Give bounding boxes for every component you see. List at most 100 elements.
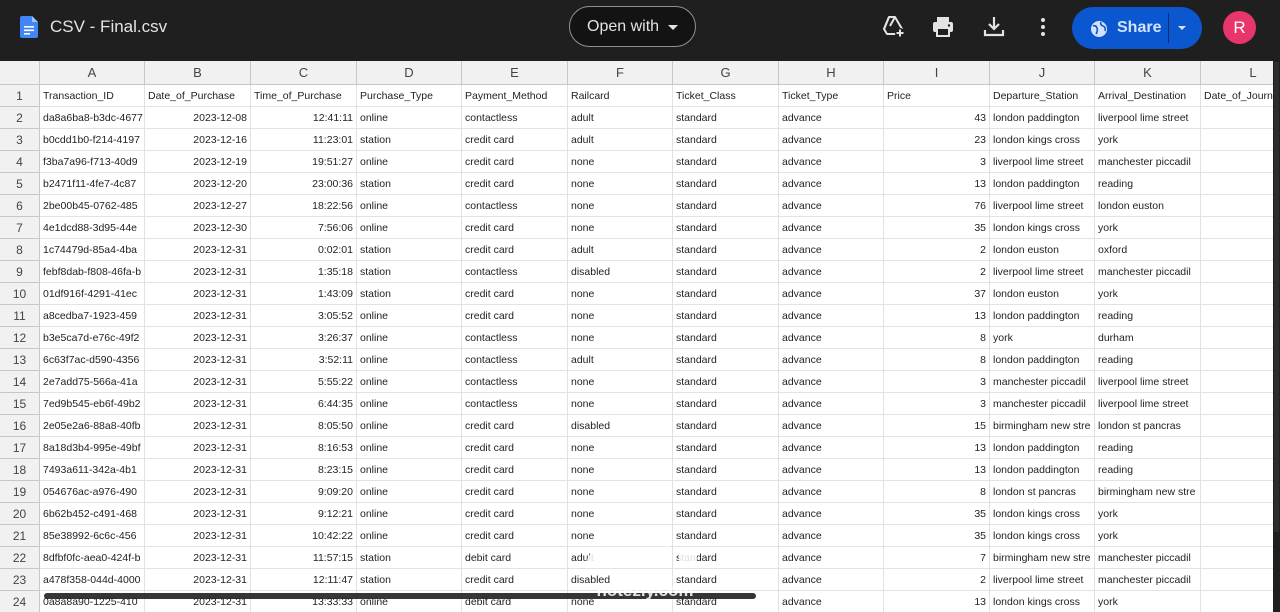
table-cell[interactable]: advance xyxy=(779,349,884,371)
more-vert-icon[interactable] xyxy=(1030,14,1056,40)
table-cell[interactable]: 2023-12-31 xyxy=(145,503,251,525)
print-icon[interactable] xyxy=(930,14,956,40)
table-cell[interactable]: credit card xyxy=(462,481,568,503)
table-cell[interactable]: advance xyxy=(779,217,884,239)
table-cell[interactable]: credit card xyxy=(462,151,568,173)
table-cell[interactable]: 01/01 xyxy=(1201,217,1273,239)
header-cell[interactable]: Date_of_Purchase xyxy=(145,85,251,107)
table-cell[interactable]: 2023-12-31 xyxy=(145,239,251,261)
table-cell[interactable]: advance xyxy=(779,459,884,481)
table-cell[interactable]: reading xyxy=(1095,173,1201,195)
table-cell[interactable]: 2023-12-31 xyxy=(145,283,251,305)
table-cell[interactable]: 2023-12-31 xyxy=(145,371,251,393)
table-cell[interactable]: 18:22:56 xyxy=(251,195,357,217)
table-cell[interactable]: 3 xyxy=(884,371,990,393)
table-cell[interactable]: durham xyxy=(1095,327,1201,349)
table-cell[interactable]: 12:11:47 xyxy=(251,569,357,591)
table-cell[interactable]: credit card xyxy=(462,437,568,459)
column-header-f[interactable]: F xyxy=(568,61,673,85)
header-cell[interactable]: Purchase_Type xyxy=(357,85,462,107)
table-cell[interactable]: liverpool lime street xyxy=(990,261,1095,283)
table-cell[interactable]: manchester piccadil xyxy=(990,371,1095,393)
table-cell[interactable]: 8 xyxy=(884,327,990,349)
row-header[interactable]: 14 xyxy=(0,371,40,393)
header-cell[interactable]: Time_of_Purchase xyxy=(251,85,357,107)
table-cell[interactable]: london paddington xyxy=(990,437,1095,459)
table-cell[interactable]: online xyxy=(357,151,462,173)
table-cell[interactable]: standard xyxy=(673,371,779,393)
table-cell[interactable]: 6c63f7ac-d590-4356 xyxy=(40,349,145,371)
table-cell[interactable]: online xyxy=(357,393,462,415)
table-cell[interactable]: 9:12:21 xyxy=(251,503,357,525)
table-cell[interactable]: 01df916f-4291-41ec xyxy=(40,283,145,305)
row-header[interactable]: 15 xyxy=(0,393,40,415)
table-cell[interactable]: standard xyxy=(673,327,779,349)
header-cell[interactable]: Departure_Station xyxy=(990,85,1095,107)
table-cell[interactable]: none xyxy=(568,393,673,415)
table-cell[interactable]: 3:05:52 xyxy=(251,305,357,327)
table-cell[interactable]: advance xyxy=(779,569,884,591)
table-cell[interactable]: none xyxy=(568,195,673,217)
table-cell[interactable]: standard xyxy=(673,107,779,129)
table-cell[interactable]: 02/01 xyxy=(1201,151,1273,173)
table-cell[interactable]: 6b62b452-c491-468 xyxy=(40,503,145,525)
table-cell[interactable]: 2023-12-16 xyxy=(145,129,251,151)
table-cell[interactable]: f3ba7a96-f713-40d9 xyxy=(40,151,145,173)
table-cell[interactable]: da8a6ba8-b3dc-4677 xyxy=(40,107,145,129)
table-cell[interactable]: oxford xyxy=(1095,239,1201,261)
table-cell[interactable]: liverpool lime street xyxy=(1095,393,1201,415)
table-cell[interactable]: 3:26:37 xyxy=(251,327,357,349)
table-cell[interactable]: advance xyxy=(779,327,884,349)
table-cell[interactable]: 2023-12-27 xyxy=(145,195,251,217)
table-cell[interactable]: liverpool lime street xyxy=(990,151,1095,173)
table-cell[interactable]: 19:51:27 xyxy=(251,151,357,173)
table-cell[interactable]: 1:43:09 xyxy=(251,283,357,305)
table-cell[interactable]: 01/01 xyxy=(1201,525,1273,547)
table-cell[interactable]: 01/01 xyxy=(1201,393,1273,415)
column-header-d[interactable]: D xyxy=(357,61,462,85)
table-cell[interactable]: 01/01 xyxy=(1201,195,1273,217)
table-cell[interactable]: 0:02:01 xyxy=(251,239,357,261)
table-cell[interactable]: advance xyxy=(779,415,884,437)
table-cell[interactable]: 2 xyxy=(884,261,990,283)
row-header[interactable]: 6 xyxy=(0,195,40,217)
table-cell[interactable]: 7:56:06 xyxy=(251,217,357,239)
table-cell[interactable]: york xyxy=(1095,503,1201,525)
table-cell[interactable]: 76 xyxy=(884,195,990,217)
table-cell[interactable]: standard xyxy=(673,569,779,591)
table-cell[interactable]: 2023-12-31 xyxy=(145,525,251,547)
table-cell[interactable]: credit card xyxy=(462,459,568,481)
table-cell[interactable]: contactless xyxy=(462,349,568,371)
row-header[interactable]: 23 xyxy=(0,569,40,591)
table-cell[interactable]: 8 xyxy=(884,349,990,371)
table-cell[interactable]: adult xyxy=(568,239,673,261)
table-cell[interactable]: 8dfbf0fc-aea0-424f-b xyxy=(40,547,145,569)
table-cell[interactable]: standard xyxy=(673,525,779,547)
table-cell[interactable]: none xyxy=(568,305,673,327)
table-cell[interactable]: london st pancras xyxy=(990,481,1095,503)
table-cell[interactable]: 2be00b45-0762-485 xyxy=(40,195,145,217)
row-header[interactable]: 21 xyxy=(0,525,40,547)
table-cell[interactable]: advance xyxy=(779,107,884,129)
table-cell[interactable]: advance xyxy=(779,525,884,547)
table-cell[interactable]: liverpool lime street xyxy=(1095,371,1201,393)
row-header[interactable]: 4 xyxy=(0,151,40,173)
table-cell[interactable]: 2023-12-31 xyxy=(145,459,251,481)
row-header[interactable]: 11 xyxy=(0,305,40,327)
table-cell[interactable]: adult xyxy=(568,107,673,129)
table-cell[interactable]: advance xyxy=(779,393,884,415)
table-cell[interactable]: london kings cross xyxy=(990,217,1095,239)
table-cell[interactable]: 8:05:50 xyxy=(251,415,357,437)
row-header[interactable]: 20 xyxy=(0,503,40,525)
table-cell[interactable]: disabled xyxy=(568,415,673,437)
header-cell[interactable]: Railcard xyxy=(568,85,673,107)
table-cell[interactable]: 3 xyxy=(884,151,990,173)
table-cell[interactable]: standard xyxy=(673,437,779,459)
table-cell[interactable]: 3 xyxy=(884,393,990,415)
table-cell[interactable]: none xyxy=(568,371,673,393)
table-cell[interactable]: station xyxy=(357,239,462,261)
table-cell[interactable]: advance xyxy=(779,261,884,283)
table-cell[interactable]: reading xyxy=(1095,437,1201,459)
table-cell[interactable]: standard xyxy=(673,481,779,503)
table-cell[interactable]: credit card xyxy=(462,305,568,327)
